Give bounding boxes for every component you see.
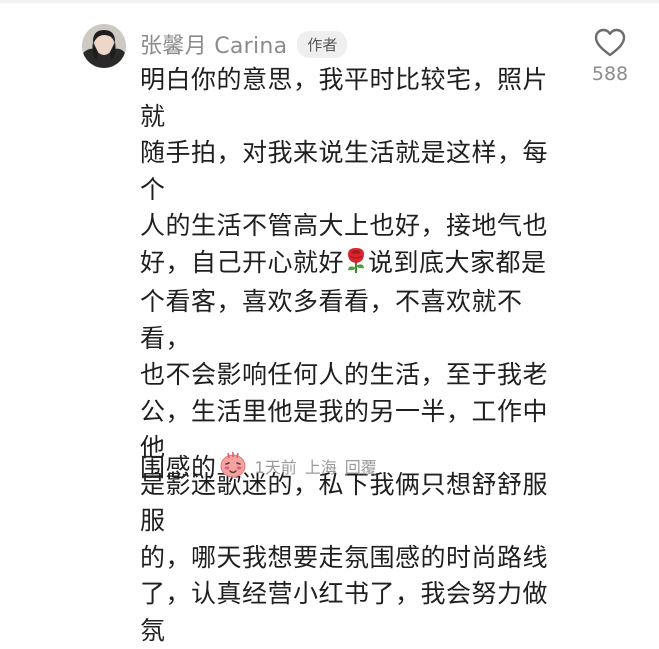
rose-emoji: [344, 246, 368, 285]
comment-body: 明白你的意思，我平时比较宅，照片就 随手拍，对我来说生活就是这样，每个 人的生活…: [140, 62, 560, 649]
heart-outline-icon[interactable]: [594, 28, 626, 57]
like-area: 588: [584, 28, 636, 85]
like-count: 588: [591, 63, 629, 85]
blushing-face-emoji: [219, 450, 247, 482]
comment-location: 上海: [304, 458, 337, 477]
comment-time: 1天前: [254, 458, 297, 477]
reply-button[interactable]: 回覆: [345, 454, 377, 478]
author-badge: 作者: [297, 30, 348, 58]
author-name[interactable]: 张馨月 Carina: [140, 28, 287, 60]
previous-comment-edge: [0, 0, 659, 3]
comment-meta-line: 围感的 1天前 上海 回覆: [140, 448, 377, 484]
author-avatar[interactable]: [82, 24, 126, 68]
comment-header: 张馨月 Carina 作者: [140, 28, 348, 60]
comment-text-part2: 说到底大家都是 个看客，喜欢多看看，不喜欢就不看， 也不会影响任何人的生活，至于…: [140, 247, 549, 645]
comment-text-tail: 围感的: [140, 453, 217, 482]
